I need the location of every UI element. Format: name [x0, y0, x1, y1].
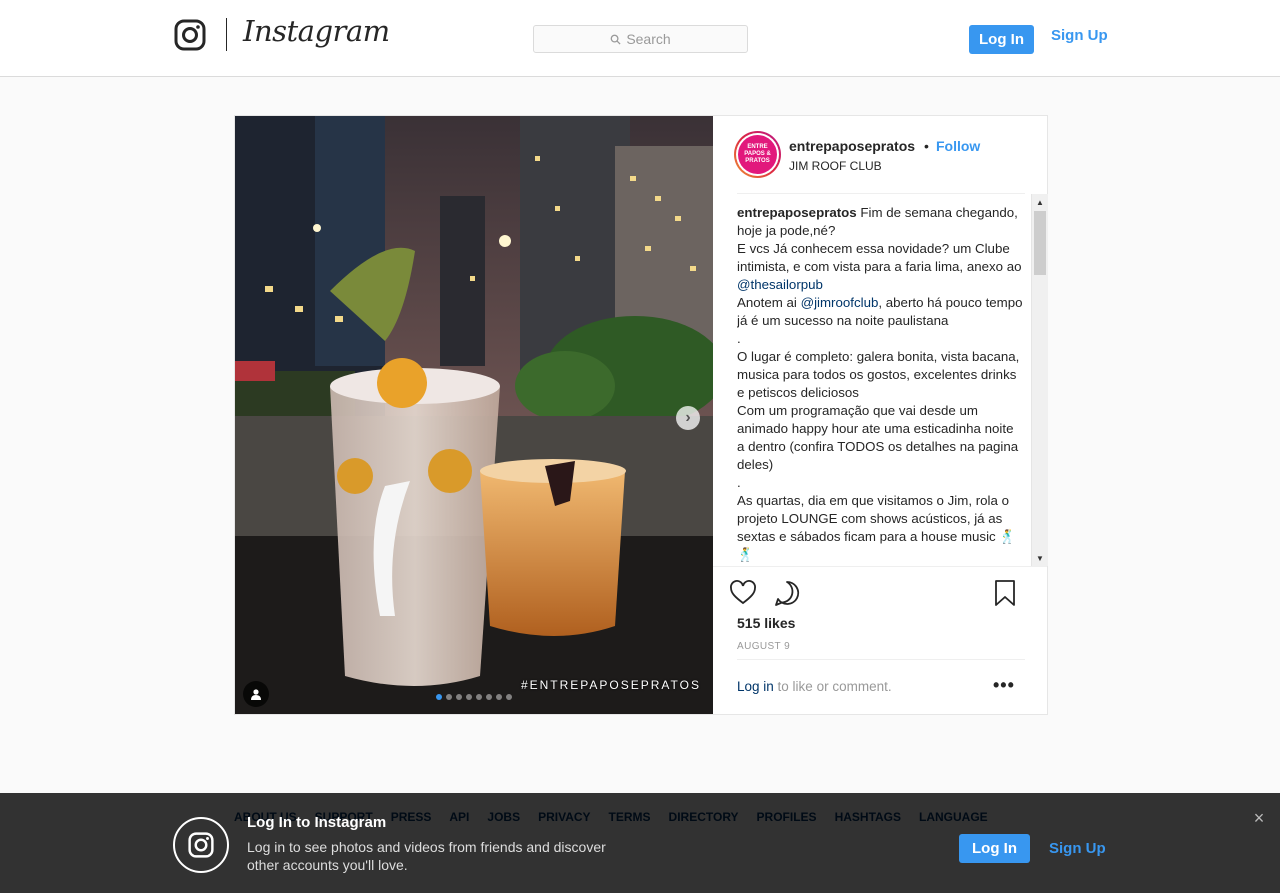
banner-text: Log in to see photos and videos from fri…	[247, 839, 606, 873]
comment-icon[interactable]	[773, 579, 801, 607]
carousel-dot	[476, 694, 482, 700]
mention-link[interactable]: @jimroofclub	[801, 295, 879, 310]
search-placeholder: Search	[626, 31, 671, 47]
separator-bullet: •	[924, 138, 929, 154]
divider	[737, 193, 1025, 194]
avatar-logo-text: ENTRE PAPOS & PRATOS	[738, 135, 777, 174]
scroll-thumb[interactable]	[1034, 211, 1046, 275]
next-photo-arrow-icon[interactable]: ›	[676, 406, 700, 430]
divider	[737, 659, 1025, 660]
search-input[interactable]: Search	[533, 25, 748, 53]
caption-text: entrepaposepratos Fim de semana chegando…	[737, 205, 1023, 562]
carousel-indicator	[436, 694, 512, 700]
login-prompt: Log in to like or comment.	[737, 679, 892, 694]
post-card: › #ENTREPAPOSEPRATOS ENTRE PAPOS & PRATO…	[234, 115, 1048, 715]
photo-scene	[235, 116, 713, 714]
login-link[interactable]: Log in	[737, 679, 774, 694]
instagram-wordmark[interactable]: Instagram	[243, 14, 390, 48]
avatar[interactable]: ENTRE PAPOS & PRATOS	[734, 131, 781, 178]
caption-username[interactable]: entrepaposepratos	[737, 205, 857, 220]
post-side-panel: ENTRE PAPOS & PRATOS entrepaposepratos •…	[713, 116, 1048, 714]
post-location[interactable]: JIM ROOF CLUB	[789, 159, 882, 173]
banner-title: Log In to Instagram	[247, 814, 387, 831]
mention-link[interactable]: @thesailorpub	[737, 277, 823, 292]
search-icon	[610, 34, 621, 45]
post-photo[interactable]: › #ENTREPAPOSEPRATOS	[235, 116, 713, 714]
heart-icon[interactable]	[729, 579, 757, 607]
bookmark-icon[interactable]	[991, 579, 1019, 607]
instagram-logo-icon	[173, 817, 229, 873]
signup-link[interactable]: Sign Up	[1051, 27, 1108, 44]
carousel-dot	[506, 694, 512, 700]
login-button[interactable]: Log In	[969, 25, 1034, 54]
follow-button[interactable]: Follow	[936, 138, 980, 154]
caption-area: entrepaposepratos Fim de semana chegando…	[737, 204, 1023, 566]
banner-signup-link[interactable]: Sign Up	[1049, 840, 1106, 857]
login-banner: Log In to Instagram Log in to see photos…	[0, 793, 1280, 893]
close-icon[interactable]: ×	[1250, 809, 1268, 827]
user-tag-icon[interactable]	[243, 681, 269, 707]
banner-login-button[interactable]: Log In	[959, 834, 1030, 863]
carousel-dot	[496, 694, 502, 700]
header-divider	[226, 18, 227, 51]
instagram-logo-icon[interactable]	[174, 19, 206, 51]
caption-scrollbar[interactable]: ▲ ▼	[1031, 194, 1048, 566]
post-date: AUGUST 9	[737, 641, 791, 652]
post-header: ENTRE PAPOS & PRATOS entrepaposepratos •…	[713, 116, 1047, 194]
more-options-icon[interactable]: •••	[993, 675, 1015, 696]
top-nav: Instagram Search Log In Sign Up	[0, 0, 1280, 77]
photo-watermark: #ENTREPAPOSEPRATOS	[520, 678, 701, 692]
post-actions: 515 likes AUGUST 9 Log in to like or com…	[713, 566, 1047, 714]
carousel-dot	[486, 694, 492, 700]
carousel-dot	[466, 694, 472, 700]
scroll-up-arrow-icon[interactable]: ▲	[1032, 194, 1048, 210]
carousel-dot	[436, 694, 442, 700]
scroll-down-arrow-icon[interactable]: ▼	[1032, 550, 1048, 566]
post-username[interactable]: entrepaposepratos	[789, 138, 915, 154]
carousel-dot	[456, 694, 462, 700]
like-count[interactable]: 515 likes	[737, 615, 795, 631]
carousel-dot	[446, 694, 452, 700]
